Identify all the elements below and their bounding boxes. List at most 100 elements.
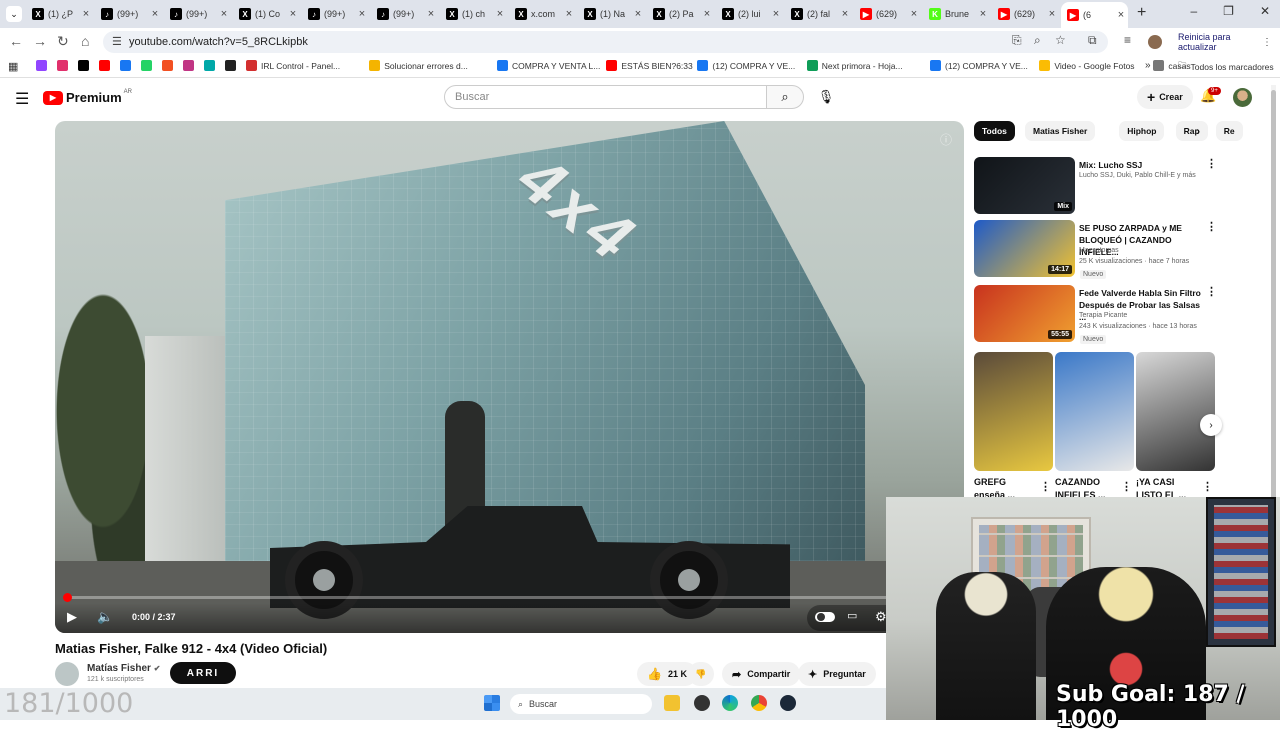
close-tab-icon[interactable]: × bbox=[976, 8, 990, 20]
video-title[interactable]: Mix: Lucho SSJ bbox=[1079, 159, 1201, 171]
bookmark-item[interactable]: Video - Google Fotos bbox=[1039, 60, 1135, 71]
search-input[interactable]: Buscar bbox=[444, 85, 767, 109]
recommended-video[interactable]: 14:17 SE PUSO ZARPADA y ME BLOQUEÓ | CAZA… bbox=[974, 220, 1217, 279]
browser-tab[interactable]: X (1) ch × bbox=[440, 3, 507, 25]
bookmark-item[interactable]: (12) COMPRA Y VE... bbox=[930, 60, 1028, 71]
info-icon[interactable]: ⓘ bbox=[940, 131, 952, 148]
voice-search-button[interactable]: 🎙 bbox=[814, 85, 838, 109]
extensions-icon[interactable]: ⧉ bbox=[1088, 33, 1097, 48]
browser-tab[interactable]: Xx.com × bbox=[509, 3, 576, 25]
reload-icon[interactable]: ↻ bbox=[57, 33, 69, 50]
bookmark-item[interactable] bbox=[120, 60, 135, 71]
restore-icon[interactable]: ❐ bbox=[1223, 4, 1234, 18]
close-tab-icon[interactable]: × bbox=[217, 8, 231, 20]
steam-icon[interactable] bbox=[780, 695, 796, 711]
browser-tab[interactable]: ♪ (99+) × bbox=[95, 3, 162, 25]
close-tab-icon[interactable]: × bbox=[631, 8, 645, 20]
bookmark-item[interactable] bbox=[162, 60, 177, 71]
browser-tab[interactable]: X (2) fal × bbox=[785, 3, 852, 25]
taskbar-search[interactable]: ⌕ Buscar bbox=[510, 694, 652, 714]
play-icon[interactable]: ▶ bbox=[67, 609, 77, 625]
autoplay-toggle[interactable] bbox=[815, 612, 835, 622]
create-button[interactable]: + Crear bbox=[1137, 85, 1193, 109]
browser-tab[interactable]: ▶ (629) × bbox=[854, 3, 921, 25]
install-icon[interactable]: ⎘ bbox=[1012, 33, 1022, 48]
browser-tab[interactable]: X (2) Pa × bbox=[647, 3, 714, 25]
bookmark-item[interactable]: (12) COMPRA Y VE... bbox=[697, 60, 795, 71]
filter-chip[interactable]: Hiphop bbox=[1119, 121, 1165, 141]
browser-tab[interactable]: ▶ (6 × bbox=[1061, 2, 1128, 28]
shorts-next-button[interactable]: › bbox=[1200, 414, 1222, 436]
bookmark-item[interactable] bbox=[57, 60, 72, 71]
ask-button[interactable]: ✦ Preguntar bbox=[798, 662, 876, 686]
back-icon[interactable]: ← bbox=[9, 33, 23, 49]
bookmark-item[interactable] bbox=[36, 60, 51, 71]
windows-start-icon[interactable] bbox=[484, 695, 500, 711]
chips-next-icon[interactable]: › bbox=[1196, 124, 1200, 138]
url-field[interactable]: ☰ youtube.com/watch?v=5_8RCLkipbk bbox=[103, 31, 1108, 53]
progress-bar[interactable] bbox=[65, 596, 954, 599]
browser-tab[interactable]: ♪ (99+) × bbox=[302, 3, 369, 25]
video-player[interactable]: 4x4 ⓘ ▶ 🔈 0:00 / 2:37 ▭ ⚙ bbox=[55, 121, 964, 633]
bookmark-item[interactable]: Solucionar errores d... bbox=[369, 60, 468, 71]
dislike-button[interactable]: 👎 bbox=[688, 662, 714, 686]
close-tab-icon[interactable]: × bbox=[1114, 9, 1128, 21]
close-tab-icon[interactable]: × bbox=[79, 8, 93, 20]
browser-tab[interactable]: ▶ (629) × bbox=[992, 3, 1059, 25]
edge-icon[interactable] bbox=[722, 695, 738, 711]
browser-tab[interactable]: X (2) lui × bbox=[716, 3, 783, 25]
close-tab-icon[interactable]: × bbox=[424, 8, 438, 20]
video-thumbnail[interactable]: 55:55 bbox=[974, 285, 1075, 342]
tab-list-button[interactable]: ⌄ bbox=[6, 6, 22, 22]
more-options-icon[interactable]: ⋮ bbox=[1206, 220, 1217, 233]
filter-chip[interactable]: Matias Fisher bbox=[1025, 121, 1096, 141]
bookmark-item[interactable] bbox=[78, 60, 93, 71]
bookmark-item[interactable]: ESTÁS BIEN?6:33 bbox=[606, 60, 693, 71]
settings-gear-icon[interactable]: ⚙ bbox=[875, 609, 887, 625]
bookmark-star-icon[interactable]: ☆ bbox=[1055, 33, 1066, 47]
short-thumbnail[interactable] bbox=[1136, 352, 1215, 471]
bookmark-item[interactable]: Next primora - Hoja... bbox=[806, 60, 903, 71]
subtitles-icon[interactable]: ▭ bbox=[847, 609, 857, 622]
more-options-icon[interactable]: ⋮ bbox=[1206, 157, 1217, 170]
close-tab-icon[interactable]: × bbox=[700, 8, 714, 20]
more-options-icon[interactable]: ⋮ bbox=[1206, 285, 1217, 298]
close-tab-icon[interactable]: × bbox=[838, 8, 852, 20]
channel-name[interactable]: Terapia Picante bbox=[1079, 312, 1127, 319]
bookmark-item[interactable]: IRL Control - Panel... bbox=[246, 60, 340, 71]
browser-tab[interactable]: ♪ (99+) × bbox=[371, 3, 438, 25]
browser-tab[interactable]: X (1) Co × bbox=[233, 3, 300, 25]
filter-chip[interactable]: Rap bbox=[1175, 121, 1208, 141]
close-window-icon[interactable]: ✕ bbox=[1260, 4, 1270, 18]
browser-tab[interactable]: ♪ (99+) × bbox=[164, 3, 231, 25]
close-tab-icon[interactable]: × bbox=[1045, 8, 1059, 20]
close-tab-icon[interactable]: × bbox=[148, 8, 162, 20]
video-thumbnail[interactable]: Mix bbox=[974, 157, 1075, 214]
close-tab-icon[interactable]: × bbox=[355, 8, 369, 20]
bookmark-item[interactable]: COMPRA Y VENTA L... bbox=[497, 60, 600, 71]
app-icon[interactable] bbox=[694, 695, 710, 711]
profile-avatar[interactable] bbox=[1148, 35, 1162, 49]
minimize-icon[interactable]: – bbox=[1190, 4, 1197, 18]
forward-icon[interactable]: → bbox=[33, 33, 47, 49]
close-tab-icon[interactable]: × bbox=[769, 8, 783, 20]
more-options-icon[interactable]: ⋮ bbox=[1121, 480, 1132, 493]
close-tab-icon[interactable]: × bbox=[907, 8, 921, 20]
share-button[interactable]: ➦ Compartir bbox=[722, 662, 801, 686]
short-thumbnail[interactable] bbox=[1055, 352, 1134, 471]
search-button[interactable]: ⌕ bbox=[766, 85, 804, 109]
filter-chip[interactable]: Re bbox=[1215, 121, 1243, 141]
bookmark-item[interactable] bbox=[225, 60, 240, 71]
recommended-video[interactable]: Mix Mix: Lucho SSJ Lucho SSJ, Duki, Pablo … bbox=[974, 157, 1217, 215]
browser-tab[interactable]: X (1) ¿P × bbox=[26, 3, 93, 25]
update-button[interactable]: Reinicia para actualizar ⋮ bbox=[1170, 31, 1280, 53]
channel-name[interactable]: Mazzatomas bbox=[1079, 247, 1119, 254]
more-bookmarks-icon[interactable]: » bbox=[1145, 60, 1151, 71]
browser-tab[interactable]: X (1) Na × bbox=[578, 3, 645, 25]
home-icon[interactable]: ⌂ bbox=[81, 33, 89, 49]
account-avatar[interactable] bbox=[1233, 88, 1252, 107]
apps-grid-icon[interactable]: ▦ bbox=[8, 60, 18, 73]
chrome-icon[interactable] bbox=[751, 695, 767, 711]
channel-name[interactable]: Lucho SSJ, Duki, Pablo Chill-E y más bbox=[1079, 172, 1196, 179]
bookmark-item[interactable] bbox=[183, 60, 198, 71]
